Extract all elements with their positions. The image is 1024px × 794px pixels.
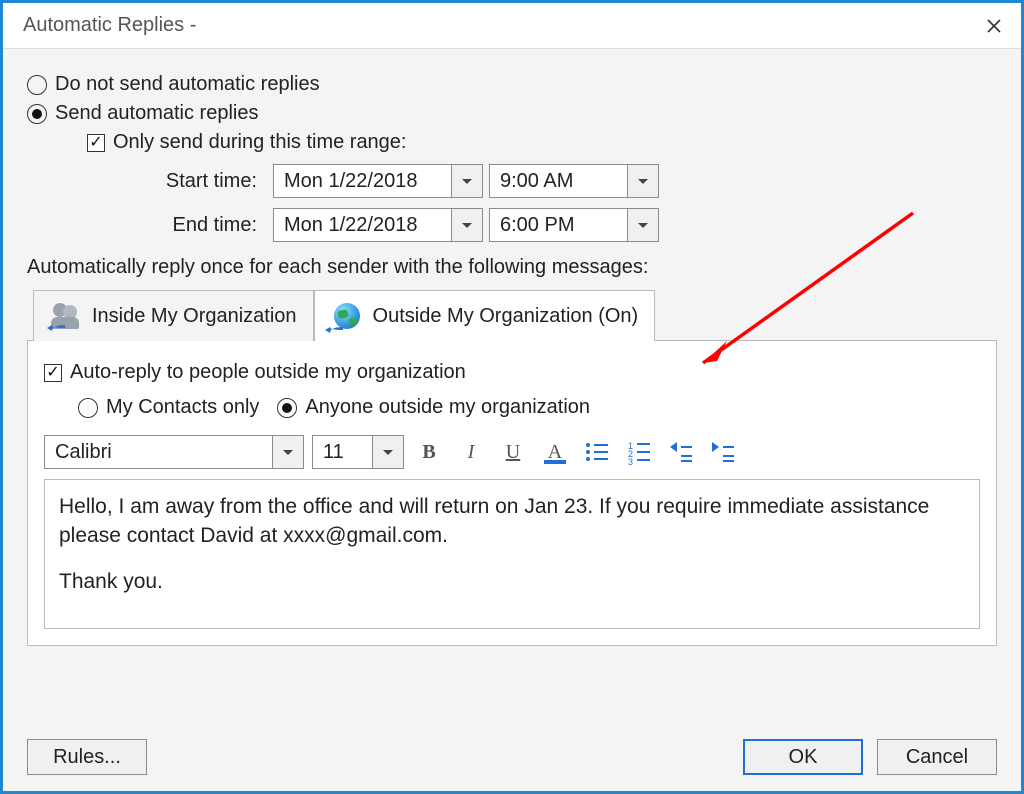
message-signoff: Thank you.	[59, 567, 965, 596]
bold-button[interactable]: B	[412, 435, 446, 469]
send-label: Send automatic replies	[55, 102, 258, 125]
only-range-label: Only send during this time range:	[113, 131, 407, 154]
font-size-dropdown[interactable]: 11	[312, 435, 404, 469]
end-date-dropdown[interactable]: Mon 1/22/2018	[273, 208, 483, 242]
each-sender-label: Automatically reply once for each sender…	[27, 256, 997, 279]
chevron-down-icon	[628, 209, 658, 241]
outside-scope-group: My Contacts only Anyone outside my organ…	[78, 390, 980, 425]
send-automatic-replies-option[interactable]: Send automatic replies	[27, 102, 997, 125]
chevron-down-icon	[628, 165, 658, 197]
radio-icon	[27, 75, 47, 95]
start-time-label: Start time:	[137, 170, 267, 193]
tab-panel-outside: Auto-reply to people outside my organiza…	[27, 340, 997, 646]
start-date-value: Mon 1/22/2018	[274, 165, 452, 197]
bulleted-list-button[interactable]	[580, 435, 614, 469]
font-color-button[interactable]: A	[538, 435, 572, 469]
font-color-a-icon: A	[548, 442, 562, 462]
checkbox-icon	[44, 364, 62, 382]
decrease-indent-button[interactable]	[664, 435, 698, 469]
button-bar: Rules... OK Cancel	[27, 739, 997, 775]
automatic-replies-dialog: Automatic Replies - Do not send automati…	[0, 0, 1024, 794]
tabs-container: Inside My Organization Outside My Organi…	[27, 289, 997, 646]
chevron-down-icon	[452, 165, 482, 197]
ok-button-label: OK	[789, 746, 818, 769]
close-icon	[986, 18, 1002, 34]
only-send-range-checkbox[interactable]: Only send during this time range:	[87, 131, 997, 154]
numbered-list-button[interactable]: 1 2 3	[622, 435, 656, 469]
font-family-value: Calibri	[45, 436, 273, 468]
cancel-button-label: Cancel	[906, 746, 968, 769]
increase-indent-button[interactable]	[706, 435, 740, 469]
close-button[interactable]	[973, 8, 1015, 44]
ok-button[interactable]: OK	[743, 739, 863, 775]
cancel-button[interactable]: Cancel	[877, 739, 997, 775]
do-not-send-label: Do not send automatic replies	[55, 73, 320, 96]
auto-reply-outside-checkbox[interactable]: Auto-reply to people outside my organiza…	[44, 361, 980, 384]
end-time-dropdown[interactable]: 6:00 PM	[489, 208, 659, 242]
end-date-value: Mon 1/22/2018	[274, 209, 452, 241]
tab-inside-organization[interactable]: Inside My Organization	[33, 290, 314, 341]
my-contacts-only-option[interactable]: My Contacts only	[78, 396, 259, 419]
rules-button-label: Rules...	[53, 746, 121, 769]
tab-outside-label: Outside My Organization (On)	[373, 305, 639, 328]
start-time-value: 9:00 AM	[490, 165, 628, 197]
chevron-down-icon	[452, 209, 482, 241]
start-time-dropdown[interactable]: 9:00 AM	[489, 164, 659, 198]
anyone-outside-label: Anyone outside my organization	[305, 396, 590, 419]
auto-reply-outside-label: Auto-reply to people outside my organiza…	[70, 361, 466, 384]
anyone-outside-option[interactable]: Anyone outside my organization	[277, 396, 590, 419]
font-color-bar	[544, 460, 566, 464]
rules-button[interactable]: Rules...	[27, 739, 147, 775]
radio-icon	[27, 104, 47, 124]
italic-button[interactable]: I	[454, 435, 488, 469]
underline-button[interactable]: U	[496, 435, 530, 469]
my-contacts-only-label: My Contacts only	[106, 396, 259, 419]
do-not-send-option[interactable]: Do not send automatic replies	[27, 73, 997, 96]
tab-outside-organization[interactable]: Outside My Organization (On)	[314, 290, 656, 341]
time-range-grid: Start time: Mon 1/22/2018 9:00 AM End ti…	[137, 164, 997, 242]
globe-icon	[331, 301, 363, 331]
checkbox-icon	[87, 134, 105, 152]
end-time-value: 6:00 PM	[490, 209, 628, 241]
format-toolbar: Calibri 11 B I U A	[44, 435, 980, 469]
tabs-header: Inside My Organization Outside My Organi…	[33, 289, 997, 340]
end-time-label: End time:	[137, 214, 267, 237]
message-body: Hello, I am away from the office and wil…	[59, 492, 965, 551]
titlebar: Automatic Replies -	[3, 3, 1021, 49]
font-family-dropdown[interactable]: Calibri	[44, 435, 304, 469]
start-date-dropdown[interactable]: Mon 1/22/2018	[273, 164, 483, 198]
tab-inside-label: Inside My Organization	[92, 305, 297, 328]
radio-icon	[277, 398, 297, 418]
message-editor[interactable]: Hello, I am away from the office and wil…	[44, 479, 980, 629]
window-title: Automatic Replies -	[23, 14, 196, 37]
chevron-down-icon	[273, 436, 303, 468]
radio-icon	[78, 398, 98, 418]
dialog-content: Do not send automatic replies Send autom…	[3, 49, 1021, 646]
people-icon	[50, 301, 82, 331]
font-size-value: 11	[313, 436, 373, 468]
chevron-down-icon	[373, 436, 403, 468]
